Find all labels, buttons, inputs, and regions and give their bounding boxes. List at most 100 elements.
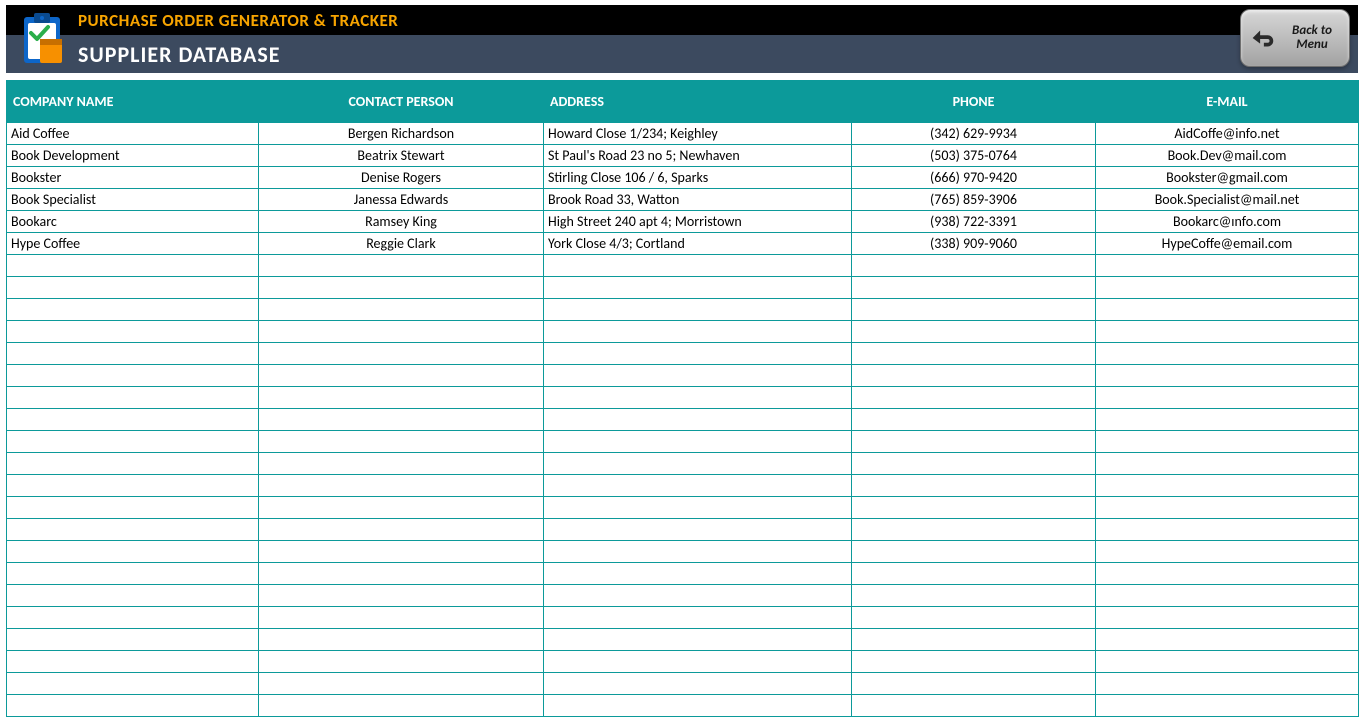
cell-empty[interactable] xyxy=(544,541,852,563)
cell-empty[interactable] xyxy=(544,475,852,497)
cell-empty[interactable] xyxy=(259,277,544,299)
table-row-empty[interactable] xyxy=(7,673,1359,695)
cell-company[interactable]: Bookarc xyxy=(7,211,259,233)
cell-company[interactable]: Book Development xyxy=(7,145,259,167)
cell-company[interactable]: Aid Coffee xyxy=(7,123,259,145)
table-row-empty[interactable] xyxy=(7,431,1359,453)
cell-empty[interactable] xyxy=(7,409,259,431)
cell-address[interactable]: Brook Road 33, Watton xyxy=(544,189,852,211)
cell-email[interactable]: HypeCoffe@email.com xyxy=(1096,233,1359,255)
cell-empty[interactable] xyxy=(7,607,259,629)
cell-empty[interactable] xyxy=(7,563,259,585)
cell-empty[interactable] xyxy=(7,453,259,475)
cell-address[interactable]: Howard Close 1/234; Keighley xyxy=(544,123,852,145)
table-row[interactable]: Book SpecialistJanessa EdwardsBrook Road… xyxy=(7,189,1359,211)
cell-contact[interactable]: Bergen Richardson xyxy=(259,123,544,145)
cell-contact[interactable]: Denise Rogers xyxy=(259,167,544,189)
cell-empty[interactable] xyxy=(259,255,544,277)
cell-empty[interactable] xyxy=(1096,321,1359,343)
cell-empty[interactable] xyxy=(1096,299,1359,321)
cell-email[interactable]: Bookster@gmail.com xyxy=(1096,167,1359,189)
cell-empty[interactable] xyxy=(259,563,544,585)
cell-empty[interactable] xyxy=(544,563,852,585)
cell-empty[interactable] xyxy=(852,453,1096,475)
cell-contact[interactable]: Ramsey King xyxy=(259,211,544,233)
cell-empty[interactable] xyxy=(1096,475,1359,497)
cell-empty[interactable] xyxy=(7,695,259,717)
cell-empty[interactable] xyxy=(7,365,259,387)
cell-empty[interactable] xyxy=(852,277,1096,299)
cell-empty[interactable] xyxy=(852,387,1096,409)
table-row[interactable]: Hype CoffeeReggie ClarkYork Close 4/3; C… xyxy=(7,233,1359,255)
cell-empty[interactable] xyxy=(1096,695,1359,717)
cell-empty[interactable] xyxy=(852,255,1096,277)
col-header-company[interactable]: COMPANY NAME xyxy=(7,81,259,123)
cell-empty[interactable] xyxy=(7,629,259,651)
cell-email[interactable]: Bookarc@ınfo.com xyxy=(1096,211,1359,233)
cell-empty[interactable] xyxy=(852,497,1096,519)
table-row-empty[interactable] xyxy=(7,607,1359,629)
cell-empty[interactable] xyxy=(1096,563,1359,585)
cell-empty[interactable] xyxy=(544,607,852,629)
cell-empty[interactable] xyxy=(544,519,852,541)
cell-company[interactable]: Book Specialist xyxy=(7,189,259,211)
cell-email[interactable]: AidCoffe@info.net xyxy=(1096,123,1359,145)
cell-empty[interactable] xyxy=(1096,409,1359,431)
cell-empty[interactable] xyxy=(259,299,544,321)
cell-empty[interactable] xyxy=(852,563,1096,585)
cell-empty[interactable] xyxy=(259,321,544,343)
table-row[interactable]: Aid CoffeeBergen RichardsonHoward Close … xyxy=(7,123,1359,145)
cell-empty[interactable] xyxy=(544,651,852,673)
cell-empty[interactable] xyxy=(852,409,1096,431)
cell-empty[interactable] xyxy=(1096,629,1359,651)
cell-email[interactable]: Book.Specialist@mail.net xyxy=(1096,189,1359,211)
cell-phone[interactable]: (342) 629-9934 xyxy=(852,123,1096,145)
cell-empty[interactable] xyxy=(259,497,544,519)
table-row-empty[interactable] xyxy=(7,453,1359,475)
cell-empty[interactable] xyxy=(1096,497,1359,519)
cell-empty[interactable] xyxy=(852,365,1096,387)
cell-empty[interactable] xyxy=(1096,607,1359,629)
cell-empty[interactable] xyxy=(544,255,852,277)
table-row[interactable]: Book DevelopmentBeatrix StewartSt Paul's… xyxy=(7,145,1359,167)
cell-empty[interactable] xyxy=(1096,365,1359,387)
cell-empty[interactable] xyxy=(259,519,544,541)
cell-empty[interactable] xyxy=(544,695,852,717)
cell-empty[interactable] xyxy=(1096,431,1359,453)
cell-empty[interactable] xyxy=(852,651,1096,673)
cell-empty[interactable] xyxy=(544,629,852,651)
cell-phone[interactable]: (503) 375-0764 xyxy=(852,145,1096,167)
cell-empty[interactable] xyxy=(852,607,1096,629)
cell-empty[interactable] xyxy=(852,299,1096,321)
cell-empty[interactable] xyxy=(852,673,1096,695)
table-row[interactable]: BooksterDenise RogersStirling Close 106 … xyxy=(7,167,1359,189)
table-row-empty[interactable] xyxy=(7,343,1359,365)
cell-empty[interactable] xyxy=(544,409,852,431)
table-row-empty[interactable] xyxy=(7,475,1359,497)
cell-empty[interactable] xyxy=(7,585,259,607)
col-header-contact[interactable]: CONTACT PERSON xyxy=(259,81,544,123)
cell-empty[interactable] xyxy=(1096,387,1359,409)
cell-empty[interactable] xyxy=(259,585,544,607)
table-row[interactable]: BookarcRamsey KingHigh Street 240 apt 4;… xyxy=(7,211,1359,233)
cell-empty[interactable] xyxy=(544,453,852,475)
back-to-menu-button[interactable]: Back to Menu xyxy=(1240,9,1350,67)
cell-empty[interactable] xyxy=(852,431,1096,453)
cell-empty[interactable] xyxy=(544,277,852,299)
cell-empty[interactable] xyxy=(1096,277,1359,299)
cell-empty[interactable] xyxy=(1096,453,1359,475)
cell-phone[interactable]: (338) 909-9060 xyxy=(852,233,1096,255)
cell-empty[interactable] xyxy=(544,497,852,519)
cell-empty[interactable] xyxy=(7,431,259,453)
cell-empty[interactable] xyxy=(259,607,544,629)
cell-empty[interactable] xyxy=(7,475,259,497)
table-row-empty[interactable] xyxy=(7,255,1359,277)
cell-phone[interactable]: (938) 722-3391 xyxy=(852,211,1096,233)
cell-empty[interactable] xyxy=(1096,541,1359,563)
cell-empty[interactable] xyxy=(1096,343,1359,365)
col-header-address[interactable]: ADDRESS xyxy=(544,81,852,123)
cell-empty[interactable] xyxy=(7,321,259,343)
cell-address[interactable]: High Street 240 apt 4; Morristown xyxy=(544,211,852,233)
cell-empty[interactable] xyxy=(544,321,852,343)
table-row-empty[interactable] xyxy=(7,277,1359,299)
